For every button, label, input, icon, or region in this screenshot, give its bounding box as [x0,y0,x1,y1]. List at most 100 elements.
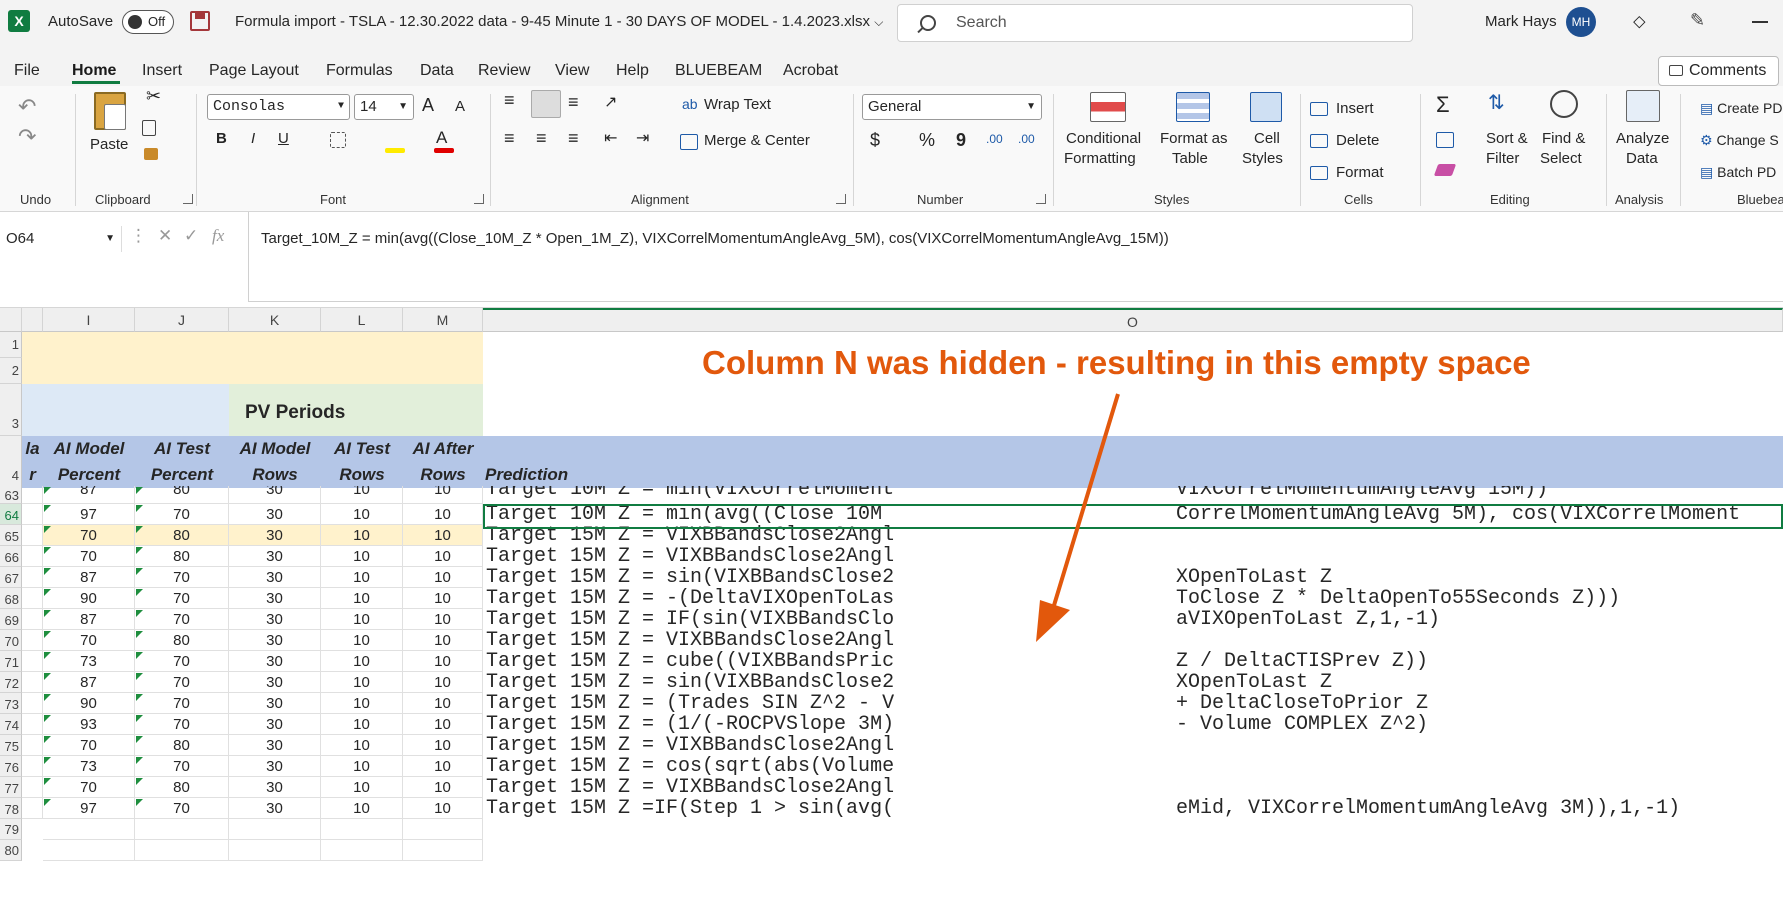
row-header-74[interactable]: 74 [0,714,22,735]
font-family-select[interactable]: Consolas ▼ [207,94,350,120]
tab-page-layout[interactable]: Page Layout [209,62,299,80]
minimize-icon[interactable] [1752,21,1768,23]
table-cell[interactable]: 10 [321,735,403,756]
prediction-cell-tail[interactable]: XOpenToLast Z [1176,567,1783,588]
more-options-icon[interactable]: ⋮ [130,226,147,246]
error-indicator-icon[interactable] [44,568,51,575]
prediction-cell-tail[interactable] [1176,546,1783,567]
tab-data[interactable]: Data [420,62,454,80]
error-indicator-icon[interactable] [44,736,51,743]
table-cell[interactable]: 10 [321,777,403,798]
table-cell[interactable]: 10 [321,525,403,546]
prediction-cell-tail[interactable]: Z / DeltaCTISPrev Z)) [1176,651,1783,672]
align-center-icon[interactable]: ≡ [536,128,547,149]
table-cell[interactable]: 30 [229,798,321,819]
table-cell[interactable]: 10 [403,756,483,777]
format-painter-icon[interactable] [144,148,158,160]
table-cell[interactable]: 30 [229,777,321,798]
table-cell[interactable]: 70 [135,504,229,525]
error-indicator-icon[interactable] [136,610,143,617]
table-cell[interactable]: 70 [135,567,229,588]
redo-icon[interactable]: ↷ [18,124,36,150]
row-header-3[interactable]: 3 [0,384,22,436]
autosave-toggle[interactable]: Off [122,10,174,34]
prediction-cell[interactable]: Target 15M Z = VIXBBandsClose2Angl [486,546,924,567]
prediction-cell[interactable]: Target 15M Z = sin(VIXBBandsClose2 [486,672,924,693]
table-cell[interactable]: 30 [229,504,321,525]
table-cell-partial[interactable] [22,486,43,504]
batch-pdf-button[interactable]: ▤ Batch PD [1700,164,1776,181]
table-cell[interactable]: 87 [43,672,135,693]
table-cell[interactable]: 30 [229,735,321,756]
table-cell-partial[interactable] [22,546,43,567]
table-cell[interactable]: 10 [403,777,483,798]
decrease-decimal-button[interactable]: .00 [1018,132,1035,146]
number-launcher-icon[interactable] [1036,194,1046,204]
table-cell[interactable]: 10 [321,546,403,567]
tab-view[interactable]: View [555,62,589,80]
table-cell[interactable]: 10 [321,693,403,714]
comments-button[interactable]: Comments [1658,56,1779,86]
percent-button[interactable]: % [919,130,935,151]
prediction-cell-tail[interactable]: + DeltaCloseToPrior Z [1176,693,1783,714]
error-indicator-icon[interactable] [136,736,143,743]
table-cell[interactable] [135,819,229,840]
table-cell[interactable]: 10 [403,651,483,672]
error-indicator-icon[interactable] [136,652,143,659]
error-indicator-icon[interactable] [44,673,51,680]
row-header-2[interactable]: 2 [0,358,22,384]
table-cell[interactable]: 10 [403,735,483,756]
error-indicator-icon[interactable] [44,631,51,638]
row-header-65[interactable]: 65 [0,525,22,546]
column-header-j[interactable]: J [135,308,229,332]
fill-icon[interactable] [1436,132,1454,148]
prediction-cell-tail[interactable]: VIXCorrelMomentumAngleAvg 15M)) [1176,486,1783,504]
row-header-4[interactable]: 4 [0,436,22,488]
table-cell[interactable]: 10 [403,588,483,609]
underline-button[interactable]: U [278,130,289,147]
table-cell[interactable]: 80 [135,735,229,756]
error-indicator-icon[interactable] [136,547,143,554]
insert-function-icon[interactable]: fx [212,226,224,246]
table-cell-partial[interactable] [22,630,43,651]
excel-app-icon[interactable]: X [8,10,30,32]
prediction-cell[interactable]: Target 15M Z =IF(Step 1 > sin(avg( [486,798,924,819]
row-header-72[interactable]: 72 [0,672,22,693]
table-cell[interactable] [321,819,403,840]
alignment-launcher-icon[interactable] [836,194,846,204]
prediction-cell[interactable]: Target 15M Z = sin(VIXBBandsClose2 [486,567,924,588]
autosum-icon[interactable]: Σ [1436,92,1450,118]
conditional-formatting-button[interactable]: Conditional Formatting [1064,90,1148,186]
table-cell[interactable]: 10 [403,504,483,525]
table-cell[interactable]: 70 [135,588,229,609]
table-cell[interactable]: 90 [43,588,135,609]
delete-cells-button[interactable]: Delete [1310,132,1420,154]
table-cell[interactable] [229,819,321,840]
table-cell[interactable]: 80 [135,777,229,798]
shrink-font-button[interactable]: A [455,98,465,115]
table-cell-partial[interactable] [22,693,43,714]
table-cell[interactable]: 10 [403,567,483,588]
error-indicator-icon[interactable] [136,715,143,722]
prediction-cell[interactable]: Target 10M Z = min(VIXCorrelMoment [486,486,924,504]
prediction-cell-tail[interactable]: ToClose Z * DeltaOpenTo55Seconds Z))) [1176,588,1783,609]
row-header-63[interactable]: 63 [0,486,22,504]
table-cell[interactable]: 30 [229,609,321,630]
column-header-k[interactable]: K [229,308,321,332]
table-cell[interactable] [43,819,135,840]
format-as-table-button[interactable]: Format as Table [1158,90,1230,186]
cut-icon[interactable]: ✂ [146,86,161,107]
search-box[interactable]: Search [897,4,1413,42]
prediction-cell[interactable]: Target 15M Z = (1/(-ROCPVSlope 3M) [486,714,924,735]
row-header-75[interactable]: 75 [0,735,22,756]
tab-formulas[interactable]: Formulas [326,62,393,80]
table-cell[interactable] [135,840,229,861]
error-indicator-icon[interactable] [44,778,51,785]
borders-icon[interactable] [330,132,346,148]
table-cell[interactable]: 30 [229,756,321,777]
table-cell[interactable]: 30 [229,630,321,651]
error-indicator-icon[interactable] [136,757,143,764]
table-cell[interactable] [403,840,483,861]
table-cell[interactable]: 80 [135,486,229,504]
column-header-h-partial[interactable] [22,308,43,332]
